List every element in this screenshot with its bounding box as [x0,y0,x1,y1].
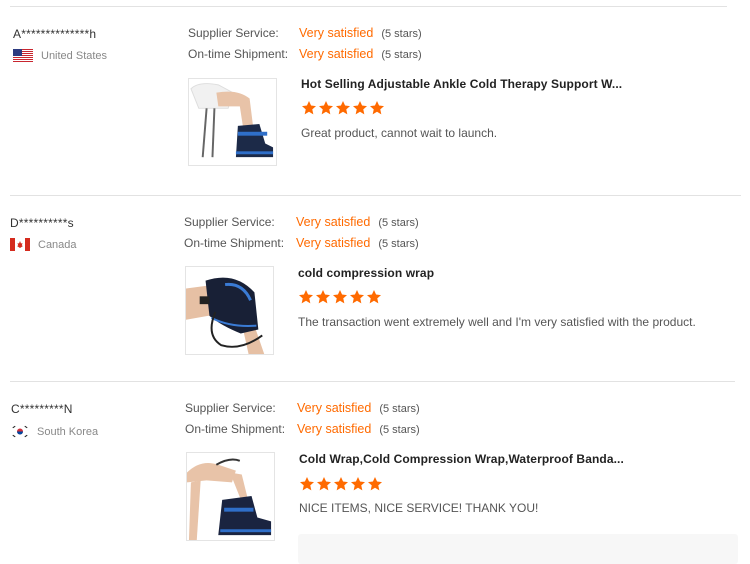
feedback-text: Great product, cannot wait to launch. [301,126,498,140]
star-icon [317,477,331,491]
south-korea-flag-icon [11,425,29,438]
us-flag-icon [13,49,33,62]
feedback-text: NICE ITEMS, NICE SERVICE! THANK YOU! [299,501,539,515]
buyer-name: C*********N [11,402,73,416]
product-thumbnail[interactable] [188,78,277,166]
supplier-service-rating: Supplier Service: Very satisfied (5 star… [185,401,420,415]
canada-flag-icon [10,238,30,251]
star-icon [319,101,333,115]
shipment-rating: On-time Shipment: Very satisfied (5 star… [184,236,419,250]
star-icon [336,101,350,115]
buyer-country: Canada [10,238,77,251]
top-divider [10,6,727,7]
product-rating-stars [298,289,382,305]
product-rating-stars [301,100,385,116]
country-name: United States [41,49,108,62]
star-icon [300,477,314,491]
foot-wrap-image [187,453,274,540]
product-thumbnail[interactable] [185,266,274,355]
star-icon [316,290,330,304]
reviews-page: A**************h United States Supplier … [0,0,750,564]
review-divider [10,195,741,196]
shipment-rating: On-time Shipment: Very satisfied (5 star… [185,422,420,436]
rating-label: Supplier Service: [184,215,275,229]
star-icon [302,101,316,115]
product-rating-stars [299,476,383,492]
buyer-country: United States [13,49,107,62]
country-name: South Korea [37,425,99,438]
rating-label: On-time Shipment: [188,47,289,61]
review-divider [10,381,735,382]
star-icon [333,290,347,304]
knee-wrap-image [186,267,273,354]
star-icon [350,290,364,304]
rating-value: Very satisfied [299,47,374,61]
rating-label: On-time Shipment: [185,422,286,436]
supplier-service-rating: Supplier Service: Very satisfied (5 star… [188,26,422,40]
rating-label: Supplier Service: [188,26,279,40]
buyer-name: A**************h [13,27,97,41]
supplier-service-rating: Supplier Service: Very satisfied (5 star… [184,215,419,229]
product-title-link[interactable]: cold compression wrap [298,266,434,280]
rating-stars-text: (5 stars) [379,403,420,415]
rating-stars-text: (5 stars) [379,424,420,436]
rating-value: Very satisfied [297,422,372,436]
star-icon [299,290,313,304]
star-icon [353,101,367,115]
rating-value: Very satisfied [296,215,371,229]
star-icon [334,477,348,491]
rating-label: On-time Shipment: [184,236,285,250]
product-thumbnail[interactable] [186,452,275,541]
rating-stars-text: (5 stars) [381,49,422,61]
shipment-rating: On-time Shipment: Very satisfied (5 star… [188,47,422,61]
product-title-link[interactable]: Hot Selling Adjustable Ankle Cold Therap… [301,77,622,91]
star-icon [351,477,365,491]
rating-value: Very satisfied [297,401,372,415]
ankle-wrap-image [189,79,276,165]
feedback-text: The transaction went extremely well and … [298,315,696,329]
rating-stars-text: (5 stars) [378,217,419,229]
star-icon [370,101,384,115]
star-icon [368,477,382,491]
rating-value: Very satisfied [299,26,374,40]
buyer-country: South Korea [11,425,98,438]
star-icon [367,290,381,304]
rating-value: Very satisfied [296,236,371,250]
buyer-name: D**********s [10,216,74,230]
country-name: Canada [38,238,77,251]
rating-stars-text: (5 stars) [381,28,422,40]
rating-label: Supplier Service: [185,401,276,415]
product-title-link[interactable]: Cold Wrap,Cold Compression Wrap,Waterpro… [299,452,624,466]
rating-stars-text: (5 stars) [378,238,419,250]
